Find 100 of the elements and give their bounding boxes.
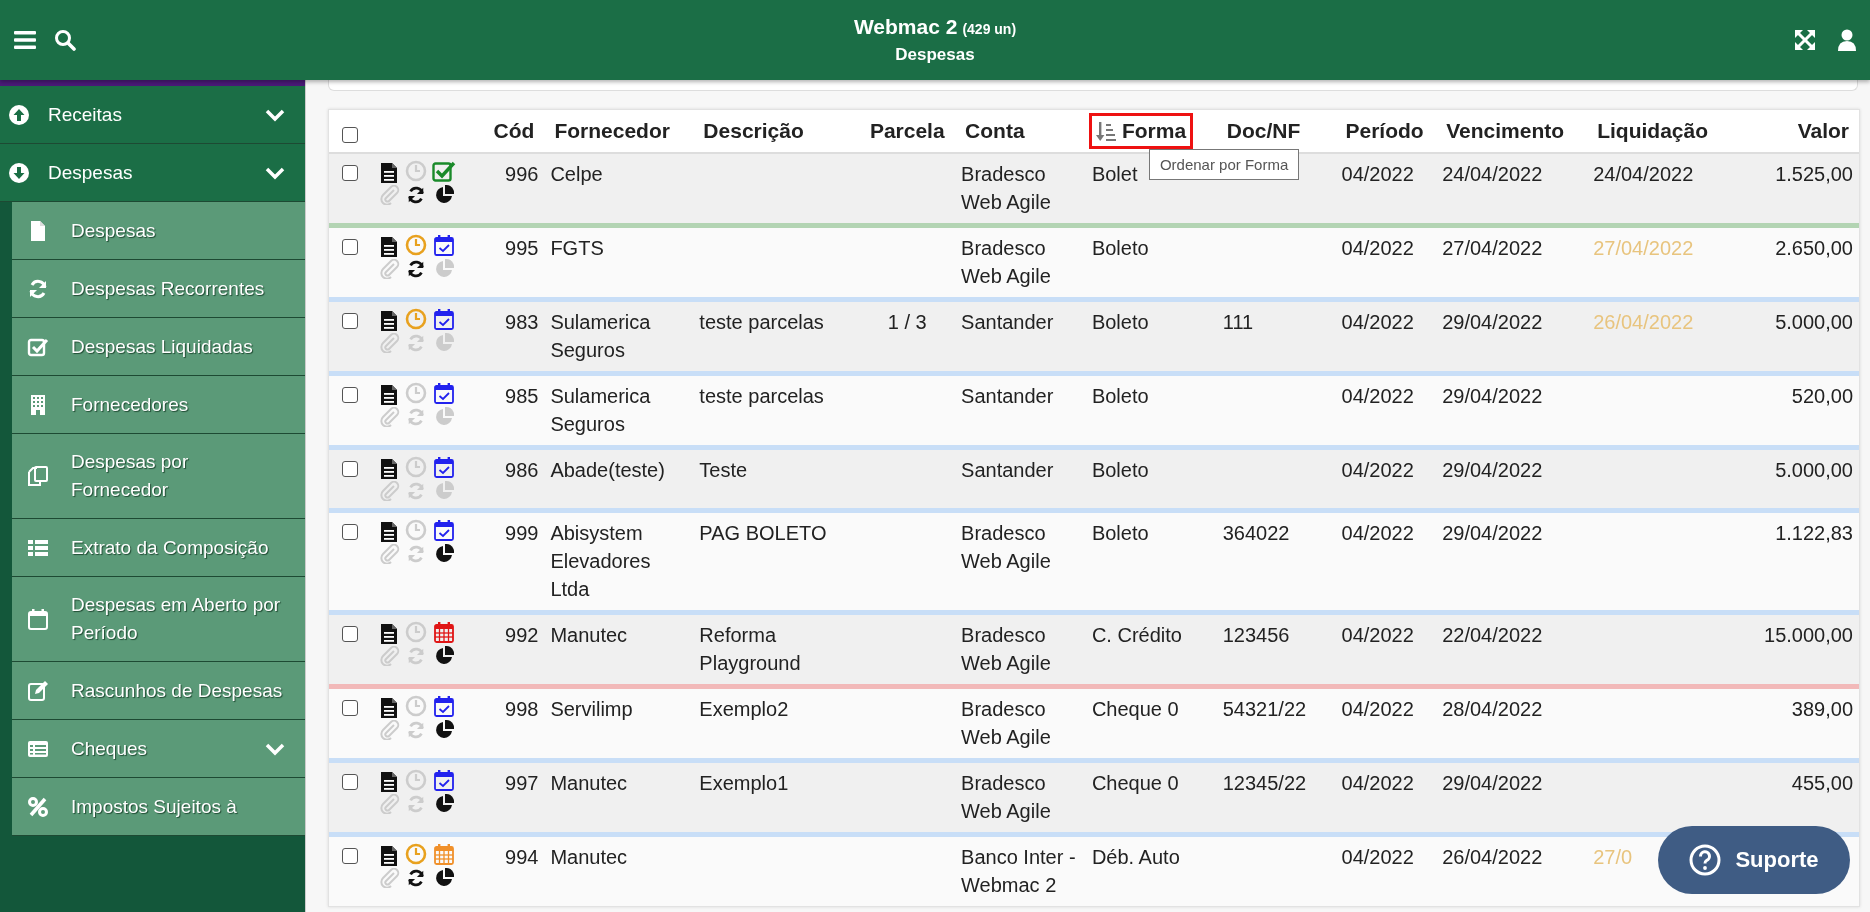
document-icon[interactable] [379,384,400,406]
table-cell: 04/2022 [1341,311,1414,333]
checkbox-icon[interactable] [432,160,457,182]
table-cell: 992 [505,624,539,646]
paperclip-icon[interactable] [380,720,401,740]
table-cell: 26/04/2022 [1593,311,1694,333]
document-icon[interactable] [379,521,400,543]
column-header[interactable]: Valor [1790,113,1856,149]
calendar-icon[interactable] [433,695,456,717]
table-cell: 04/2022 [1341,624,1414,646]
pie-chart-icon[interactable] [434,185,455,205]
document-icon[interactable] [379,236,400,258]
row-checkbox[interactable] [342,773,359,790]
page-title: Despesas [895,45,975,65]
document-icon[interactable] [379,845,400,867]
table-cell: Exemplo1 [699,772,789,794]
row-checkbox[interactable] [342,625,359,642]
calendar-icon[interactable] [433,519,456,541]
row-checkbox[interactable] [342,699,359,716]
row-checkbox[interactable] [342,238,359,255]
column-header[interactable]: Parcela [862,113,952,149]
document-icon[interactable] [379,310,400,332]
table-cell: Manutec [550,846,628,868]
row-checkbox[interactable] [342,164,359,181]
paperclip-icon[interactable] [380,794,401,814]
refresh-icon[interactable] [406,185,427,205]
table-cell: Celpe [550,163,603,185]
pie-chart-icon[interactable] [434,794,455,814]
table-cell: 04/2022 [1341,237,1414,259]
document-icon[interactable] [379,697,400,719]
document-icon[interactable] [379,623,400,645]
document-icon[interactable] [379,458,400,480]
paperclip-icon[interactable] [380,544,401,564]
table-cell: Bolet [1091,163,1138,185]
calendar-icon[interactable] [433,621,456,643]
table-cell: Santander [961,311,1054,333]
table-cell: 1.525,00 [1775,163,1853,185]
document-icon[interactable] [379,162,400,184]
column-header[interactable]: Conta [958,113,1032,149]
calendar-icon[interactable] [433,234,456,256]
pie-chart-icon[interactable] [434,720,455,740]
paperclip-icon[interactable] [380,185,401,205]
column-header[interactable]: Descrição [696,113,811,149]
table-cell: 26/04/2022 [1442,846,1543,868]
table-cell: 04/2022 [1341,163,1414,185]
paperclip-icon[interactable] [380,407,401,427]
row-checkbox[interactable] [342,386,359,403]
table-cell: Cheque 0 [1091,698,1179,720]
table-cell: 15.000,00 [1764,624,1853,646]
column-header[interactable]: Vencimento [1439,113,1572,149]
paperclip-icon[interactable] [380,868,401,888]
user-icon[interactable] [1838,29,1856,51]
select-all-checkbox[interactable] [342,126,359,143]
table-cell: 1.122,83 [1775,522,1853,544]
column-header[interactable]: Doc/NF [1219,113,1308,149]
refresh-icon[interactable] [406,868,427,888]
pie-chart-icon[interactable] [434,868,455,888]
column-header[interactable]: Cód [486,113,542,149]
calendar-icon[interactable] [433,382,456,404]
column-header[interactable]: Fornecedor [547,113,677,149]
row-checkbox[interactable] [342,523,359,540]
table-cell: 04/2022 [1341,385,1414,407]
table-cell: Abade(teste) [550,459,665,481]
row-checkbox[interactable] [342,460,359,477]
row-checkbox[interactable] [342,312,359,329]
calendar-icon[interactable] [433,456,456,478]
column-header[interactable]: Período [1338,113,1431,149]
table-cell: 27/04/2022 [1442,237,1543,259]
table-cell: Cheque 0 [1091,772,1179,794]
paperclip-icon[interactable] [380,259,401,279]
menu-icon[interactable] [14,30,36,50]
table-cell: Reforma Playground [699,624,801,674]
sidebar-item[interactable]: Receitas [0,86,305,144]
table-cell: Bradesco Web Agile [961,237,1051,287]
pie-chart-icon[interactable] [434,646,455,666]
pie-chart-icon[interactable] [434,544,455,564]
paperclip-icon[interactable] [380,333,401,353]
column-header[interactable]: Liquidação [1590,113,1715,149]
table-cell: 22/04/2022 [1442,624,1543,646]
table-cell: Bradesco Web Agile [961,163,1051,213]
document-icon[interactable] [379,771,400,793]
refresh-icon[interactable] [406,259,427,279]
column-header[interactable]: Forma [1088,113,1194,149]
paperclip-icon[interactable] [380,646,401,666]
table-cell: 04/2022 [1341,772,1414,794]
table-cell: Boleto [1091,522,1149,544]
table-cell: 111 [1222,311,1254,333]
table-cell: 1 / 3 [887,311,927,333]
sidebar-item[interactable]: Despesas [0,144,305,202]
support-button[interactable]: Suporte [1658,826,1850,894]
search-field[interactable] [328,80,1858,91]
calendar-icon[interactable] [433,308,456,330]
row-checkbox[interactable] [342,847,359,864]
calendar-icon[interactable] [433,769,456,791]
paperclip-icon[interactable] [380,481,401,501]
search-icon[interactable] [54,29,76,51]
table-cell: FGTS [550,237,604,259]
table-cell: 996 [505,163,539,185]
table-cell: 5.000,00 [1775,459,1853,481]
expand-icon[interactable] [1794,29,1816,51]
